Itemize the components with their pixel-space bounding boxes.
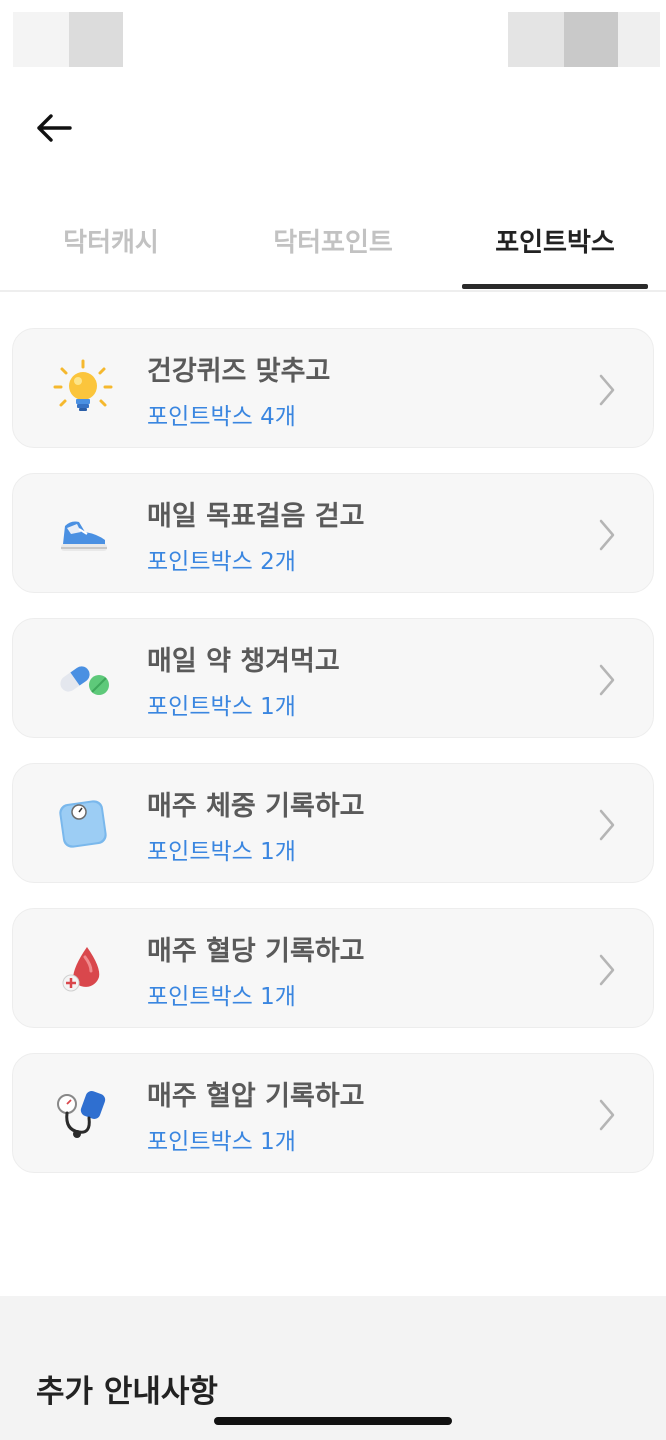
status-bar-indicators-blurred [618, 12, 660, 67]
home-indicator[interactable] [214, 1417, 452, 1425]
tab-bar: 닥터캐시 닥터포인트 포인트박스 [0, 190, 666, 292]
pill-icon [60, 666, 109, 695]
arrow-left-icon [37, 114, 72, 142]
mission-card-daily-steps[interactable]: 매일 목표걸음 걷고 포인트박스 2개 [12, 473, 654, 593]
mission-card-weekly-blood-pressure[interactable]: 매주 혈압 기록하고 포인트박스 1개 [12, 1053, 654, 1173]
status-bar-time-blurred [13, 12, 69, 67]
status-bar-indicators-blurred [508, 12, 564, 67]
status-bar-time-blurred [69, 12, 123, 67]
tab-doctor-point[interactable]: 닥터포인트 [222, 190, 444, 290]
status-bar [0, 0, 666, 80]
tab-doctor-cash[interactable]: 닥터캐시 [0, 190, 222, 290]
mission-title: 건강퀴즈 맞추고 [147, 356, 331, 387]
mission-title: 매주 체중 기록하고 [147, 791, 365, 822]
chevron-right-icon [599, 1099, 615, 1131]
lightbulb-icon [53, 359, 113, 411]
sneaker-icon [61, 521, 107, 551]
mission-reward: 포인트박스 1개 [147, 839, 296, 865]
additional-info-title: 추가 안내사항 [36, 1374, 218, 1410]
mission-card-health-quiz[interactable]: 건강퀴즈 맞추고 포인트박스 4개 [12, 328, 654, 448]
chevron-right-icon [599, 809, 615, 841]
scale-icon [59, 800, 107, 848]
blood-drop-icon [62, 947, 100, 992]
active-tab-indicator [462, 284, 648, 289]
mission-reward: 포인트박스 1개 [147, 1129, 296, 1155]
blood-pressure-icon [57, 1091, 106, 1138]
mission-card-weekly-blood-sugar[interactable]: 매주 혈당 기록하고 포인트박스 1개 [12, 908, 654, 1028]
tab-point-box[interactable]: 포인트박스 [444, 190, 666, 290]
mission-title: 매일 약 챙겨먹고 [147, 646, 340, 677]
mission-reward: 포인트박스 1개 [147, 694, 296, 720]
mission-title: 매일 목표걸음 걷고 [147, 501, 365, 532]
mission-card-weekly-weight[interactable]: 매주 체중 기록하고 포인트박스 1개 [12, 763, 654, 883]
mission-card-daily-medicine[interactable]: 매일 약 챙겨먹고 포인트박스 1개 [12, 618, 654, 738]
mission-title: 매주 혈당 기록하고 [147, 936, 365, 967]
mission-reward: 포인트박스 1개 [147, 984, 296, 1010]
mission-reward: 포인트박스 4개 [147, 404, 296, 430]
chevron-right-icon [599, 954, 615, 986]
mission-list: 건강퀴즈 맞추고 포인트박스 4개 매일 목표걸음 걷고 포인트박스 2개 매일… [12, 328, 654, 1198]
chevron-right-icon [599, 519, 615, 551]
status-bar-indicators-blurred [564, 12, 618, 67]
mission-title: 매주 혈압 기록하고 [147, 1081, 365, 1112]
chevron-right-icon [599, 664, 615, 696]
chevron-right-icon [599, 374, 615, 406]
mission-reward: 포인트박스 2개 [147, 549, 296, 575]
back-button[interactable] [30, 108, 78, 148]
